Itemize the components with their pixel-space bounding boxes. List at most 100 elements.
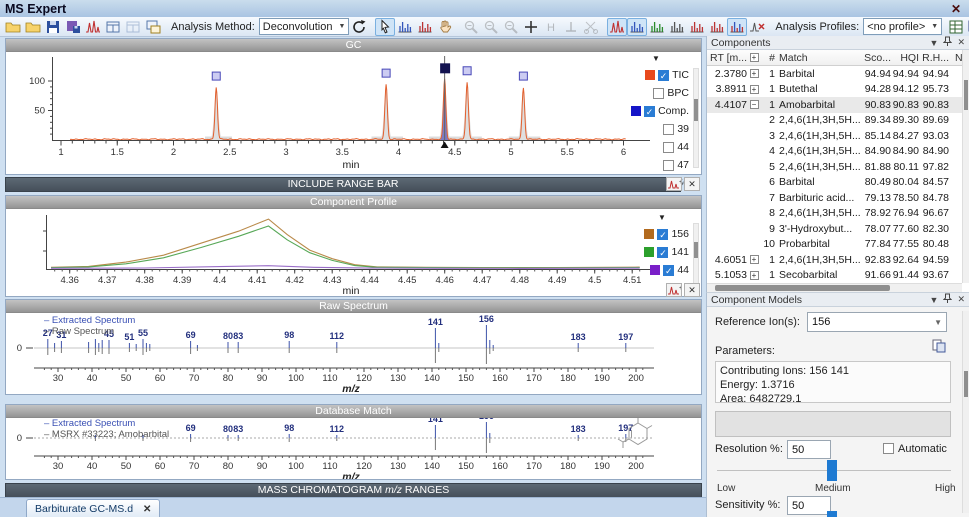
component-row[interactable]: 10Probarbital77.8477.5580.48 [707, 237, 969, 253]
column-hqi[interactable]: HQI [891, 52, 919, 64]
pin-icon[interactable] [943, 36, 952, 49]
window-close-button[interactable]: ✕ [951, 2, 961, 16]
tile-windows-2-icon[interactable] [123, 18, 143, 36]
automatic-checkbox[interactable]: Automatic [883, 443, 947, 455]
column-num[interactable]: # [761, 52, 775, 64]
sensitivity-input[interactable] [787, 496, 831, 515]
gc-plot[interactable]: 5010011.522.533.544.555.56min ▼ ✓TICBPC✓… [6, 52, 701, 174]
resolution-slider-handle[interactable] [827, 460, 837, 481]
legend-menu-button[interactable]: ▼ [635, 213, 689, 225]
checkbox-icon[interactable] [883, 443, 894, 454]
zoom-auto-icon[interactable] [481, 18, 501, 36]
component-row[interactable]: 22,4,6(1H,3H,5H...89.3489.3089.69 [707, 113, 969, 129]
legend-item-44[interactable]: ✓44 [635, 261, 689, 279]
column-rt[interactable]: RT [m... [707, 52, 747, 64]
profile-legend-scrollbar[interactable] [693, 223, 699, 285]
expand-icon[interactable]: + [750, 85, 759, 94]
gc-legend-scrollbar[interactable] [693, 68, 699, 168]
expand-icon[interactable]: + [750, 69, 759, 78]
sensitivity-slider-handle[interactable] [827, 511, 837, 517]
extract-spectrum-icon[interactable] [607, 18, 627, 36]
legend-item-156[interactable]: ✓156 [635, 225, 689, 243]
legend-item-tic[interactable]: ✓TIC [623, 66, 689, 84]
expand-icon[interactable]: + [750, 271, 759, 280]
close-icon[interactable]: ✕ [957, 37, 965, 48]
component-profile-plot[interactable]: 4.364.374.384.394.44.414.424.434.444.454… [6, 209, 701, 296]
save-icon[interactable] [43, 18, 63, 36]
pointer-icon[interactable] [375, 18, 395, 36]
component-row[interactable]: 4.4107−1Amobarbital90.8390.8390.83 [707, 97, 969, 113]
close-legend-button[interactable]: ✕ [684, 177, 700, 191]
add-trace-button[interactable]: + [666, 283, 682, 297]
legend-item-39[interactable]: 39 [623, 120, 689, 138]
component-row[interactable]: 2.3780+1Barbital94.9494.9494.94 [707, 66, 969, 82]
stick-spectrum-blue-icon[interactable] [627, 18, 647, 36]
stick-spectrum-green-icon[interactable] [647, 18, 667, 36]
checkbox-icon[interactable]: ✓ [663, 265, 674, 276]
legend-item-comp[interactable]: ✓Comp. [623, 102, 689, 120]
checkbox-icon[interactable]: ✓ [657, 229, 668, 240]
gc-chart[interactable]: 5010011.522.533.544.555.56min [6, 52, 701, 174]
reference-ions-select[interactable]: 156▼ [807, 312, 947, 332]
open-report-icon[interactable] [3, 18, 23, 36]
close-icon[interactable]: ✕ [957, 294, 965, 305]
component-row[interactable]: 42,4,6(1H,3H,5H...84.9084.9084.90 [707, 144, 969, 160]
copy-window-icon[interactable] [143, 18, 163, 36]
resolution-input[interactable] [787, 440, 831, 459]
pin-icon[interactable] [943, 293, 952, 306]
zoom-out-icon[interactable] [461, 18, 481, 36]
open-data-icon[interactable] [23, 18, 43, 36]
copy-parameters-button[interactable] [929, 337, 949, 355]
zoom-region-icon[interactable] [501, 18, 521, 36]
component-row[interactable]: 5.1053+1Secobarbital91.6691.4493.67 [707, 268, 969, 284]
legend-item-44[interactable]: 44 [623, 138, 689, 156]
component-row[interactable]: 82,4,6(1H,3H,5H...78.9276.9496.67 [707, 206, 969, 222]
mass-chromatogram-bar[interactable]: MASS CHROMATOGRAM m/z RANGES [5, 483, 702, 498]
refresh-icon[interactable] [349, 18, 369, 36]
expand-all-icon[interactable]: + [750, 53, 759, 62]
legend-item-47[interactable]: 47 [623, 156, 689, 174]
column-score[interactable]: Sco... [861, 52, 891, 64]
cut-icon[interactable] [581, 18, 601, 36]
panel-menu-icon[interactable]: ▼ [930, 295, 939, 305]
legend-menu-button[interactable]: ▼ [623, 54, 689, 66]
collapse-icon[interactable]: − [750, 100, 759, 109]
component-row[interactable]: 93'-Hydroxybut...78.0777.6082.30 [707, 221, 969, 237]
component-row[interactable]: 6Barbital80.4980.0484.57 [707, 175, 969, 191]
stick-spectrum-red1-icon[interactable] [687, 18, 707, 36]
components-hscrollbar[interactable] [707, 283, 962, 292]
include-range-bar[interactable]: INCLUDE RANGE BAR [5, 177, 681, 192]
stick-spectrum-redblue-icon[interactable] [727, 18, 747, 36]
panel-menu-icon[interactable]: ▼ [930, 38, 939, 48]
column-match[interactable]: Match [775, 52, 861, 64]
checkbox-icon[interactable] [653, 88, 664, 99]
models-vscrollbar[interactable] [962, 311, 969, 513]
database-match-chart[interactable]: 0304050607080901001101201301401501601701… [6, 418, 701, 479]
checkbox-icon[interactable] [663, 124, 674, 135]
checkbox-icon[interactable]: ✓ [657, 247, 668, 258]
pan-hand-icon[interactable] [435, 18, 455, 36]
analysis-profiles-select[interactable]: <no profile>▼ [863, 18, 942, 35]
checkbox-icon[interactable]: ✓ [658, 70, 669, 81]
checkbox-icon[interactable] [663, 142, 674, 153]
component-row[interactable]: 52,4,6(1H,3H,5H...81.8880.1197.82 [707, 159, 969, 175]
tile-windows-icon[interactable] [103, 18, 123, 36]
chromatogram-blue-icon[interactable] [395, 18, 415, 36]
tab-barbiturate-gcms[interactable]: Barbiturate GC-MS.d ✕ [26, 499, 160, 517]
baseline-icon[interactable] [561, 18, 581, 36]
crosshair-icon[interactable] [521, 18, 541, 36]
component-row[interactable]: 4.6051+12,4,6(1H,3H,5H...92.8392.6494.59 [707, 252, 969, 268]
close-legend-button[interactable]: ✕ [684, 283, 700, 297]
analysis-method-select[interactable]: Deconvolution▼ [259, 18, 350, 35]
tab-close-icon[interactable]: ✕ [143, 504, 151, 515]
delete-spectrum-icon[interactable] [747, 18, 767, 36]
components-column-headers[interactable]: RT [m... + # Match Sco... HQI R.H... Not [707, 50, 969, 66]
components-vscrollbar[interactable] [962, 50, 969, 283]
column-rh[interactable]: R.H... [919, 52, 949, 64]
component-row[interactable]: 7Barbituric acid...79.1378.5084.78 [707, 190, 969, 206]
export-image-icon[interactable] [63, 18, 83, 36]
legend-item-141[interactable]: ✓141 [635, 243, 689, 261]
database-match-plot[interactable]: 0304050607080901001101201301401501601701… [6, 418, 701, 479]
checkbox-icon[interactable]: ✓ [644, 106, 655, 117]
checkbox-icon[interactable] [663, 160, 674, 171]
